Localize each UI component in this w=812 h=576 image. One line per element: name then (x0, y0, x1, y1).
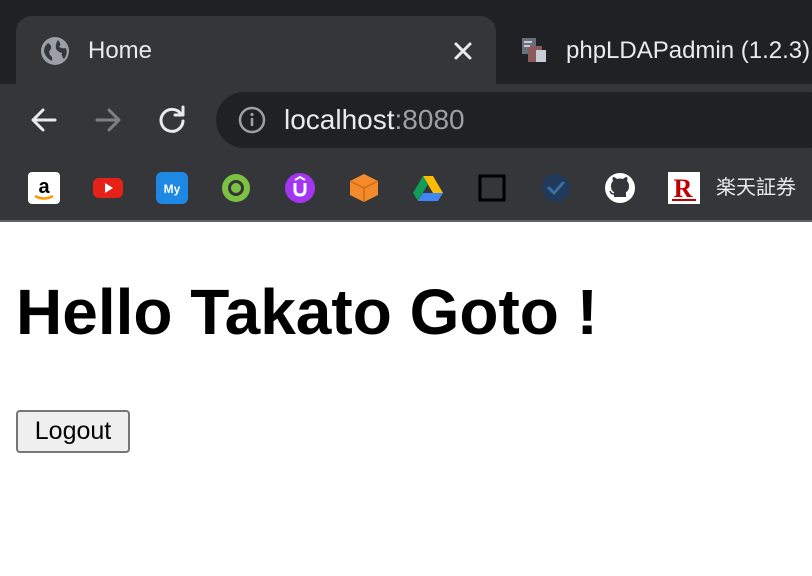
logout-button[interactable]: Logout (16, 410, 130, 453)
tab-home[interactable]: Home (16, 16, 496, 84)
google-drive-icon[interactable] (412, 172, 444, 204)
my-icon[interactable]: My (156, 172, 188, 204)
bookmarks-bar: a My R 楽天証券 (0, 156, 812, 222)
rakuten-icon[interactable]: R (668, 172, 700, 204)
page-heading: Hello Takato Goto ! (16, 276, 598, 348)
svg-text:a: a (38, 176, 50, 198)
youtube-icon[interactable] (92, 172, 124, 204)
amazon-icon[interactable]: a (28, 172, 60, 204)
blue-check-icon[interactable] (540, 172, 572, 204)
bookmark-label-rakuten[interactable]: 楽天証券 (716, 172, 796, 204)
udemy-icon[interactable] (284, 172, 316, 204)
svg-text:R: R (674, 174, 693, 203)
back-arrow-icon[interactable] (26, 102, 62, 138)
close-icon[interactable] (448, 36, 478, 66)
tab-strip: Home phpLDAPadmin (1.2.3) (0, 0, 812, 84)
square-icon[interactable] (476, 172, 508, 204)
url-host: localhost (284, 104, 395, 135)
phpldapadmin-icon (522, 38, 546, 62)
info-icon[interactable] (238, 106, 266, 134)
address-bar[interactable]: localhost:8080 (216, 92, 812, 148)
globe-icon (41, 37, 69, 65)
reload-icon[interactable] (154, 102, 190, 138)
github-icon[interactable] (604, 172, 636, 204)
svg-text:My: My (164, 182, 181, 196)
forward-arrow-icon[interactable] (90, 102, 126, 138)
url-text: localhost:8080 (284, 105, 465, 135)
tab-title: Home (88, 37, 153, 64)
green-circle-icon[interactable] (220, 172, 252, 204)
tab-phpldapadmin[interactable]: phpLDAPadmin (1.2.3) (496, 16, 812, 84)
toolbar: localhost:8080 (0, 84, 812, 156)
orange-box-icon[interactable] (348, 172, 380, 204)
tab-title: phpLDAPadmin (1.2.3) (566, 37, 811, 64)
url-port: :8080 (394, 104, 465, 135)
